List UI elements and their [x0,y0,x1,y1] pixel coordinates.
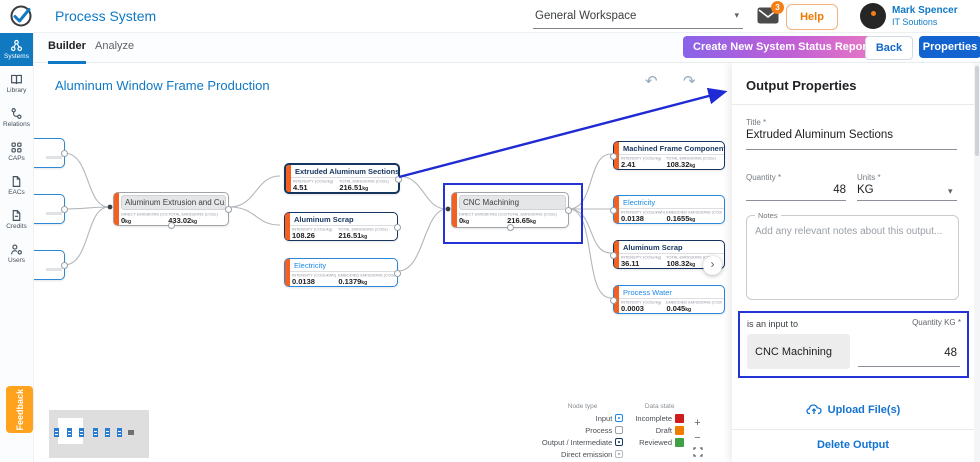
tab-analyze[interactable]: Analyze [95,32,134,61]
reviewed-state-swatch [675,438,684,447]
output-port[interactable] [61,150,68,157]
notes-textarea[interactable]: Notes Add any relevant notes about this … [746,215,959,300]
minimap[interactable] [49,410,149,458]
zoom-in-button[interactable]: + [691,417,704,430]
quantity-field[interactable]: 48 [746,184,846,196]
output-port[interactable] [61,206,68,213]
output-port[interactable] [61,262,68,269]
node-input-partial[interactable] [33,250,65,280]
input-to-label: is an input to [747,319,798,329]
mail-badge: 3 [771,1,784,14]
avatar[interactable] [860,3,886,29]
node-electricity-1[interactable]: Electricity INTENSITY (CO2e/kWh) 0.0138 … [284,258,398,287]
fit-view-icon [693,447,703,457]
sidebar-item-systems[interactable]: Systems [0,33,33,66]
node-input-partial[interactable] [33,138,65,168]
node-input-partial[interactable] [33,194,65,224]
output-properties-panel: Output Properties Title * Extruded Alumi… [732,62,974,462]
input-node-icon [615,414,623,422]
output-port[interactable] [395,176,402,183]
output-port[interactable] [394,224,401,231]
fit-view-button[interactable] [691,447,704,460]
workspace-selector[interactable]: General Workspace ▾ [533,4,743,29]
caret-down-icon: ▾ [948,186,953,197]
bottom-port[interactable] [168,222,175,229]
output-port[interactable] [565,207,572,214]
notes-label: Notes [755,211,781,220]
node-machined-frame-component[interactable]: Machined Frame Component INTENSITY (CO2e… [613,141,725,170]
legend: Node type Input Process Output / Interme… [542,403,684,460]
output-node-icon [615,438,623,446]
delete-output-button[interactable]: Delete Output [732,439,974,451]
document-icon [10,209,23,222]
input-to-section: is an input to Quantity KG * CNC Machini… [738,311,969,378]
quantity-field-label: Quantity * [746,173,781,182]
document-icon [10,175,23,188]
input-port[interactable] [610,153,617,160]
scrollbar-thumb[interactable] [975,66,979,156]
input-port[interactable] [610,252,617,259]
bottom-port[interactable] [507,224,514,231]
help-button[interactable]: Help [786,4,838,30]
process-node-icon [615,426,623,434]
panel-scrollbar[interactable] [974,62,980,462]
flow-canvas[interactable]: Aluminum Window Frame Production ↶ ↷ Alu… [33,62,732,462]
legend-node-type: Node type Input Process Output / Interme… [542,403,623,460]
node-process-water[interactable]: Process Water INTENSITY (CO2e/kg) 0.0003… [613,285,725,314]
zoom-out-button[interactable]: − [691,432,704,445]
input-port[interactable] [610,207,617,214]
properties-button[interactable]: Properties [919,36,980,58]
user-org: IT Soutions [892,17,937,27]
node-electricity-2[interactable]: Electricity INTENSITY (CO2e/kWh) 0.0138 … [613,195,725,224]
notes-placeholder: Add any relevant notes about this output… [755,226,950,237]
collapse-panel-button[interactable]: › [703,256,722,275]
sidebar-item-library[interactable]: Library [0,67,33,100]
user-gear-icon [10,243,23,256]
panel-title: Output Properties [746,78,857,93]
sidebar-item-users[interactable]: Users [0,237,33,270]
input-port[interactable] [610,297,617,304]
back-button[interactable]: Back [865,36,913,60]
input-to-target-chip[interactable]: CNC Machining [747,334,850,369]
chevron-right-icon: › [711,257,715,271]
upload-files-button[interactable]: Upload File(s) [732,403,974,416]
toolbar: Builder Analyze Create New System Status… [33,32,980,63]
direct-emission-node-icon [615,450,623,458]
sidebar-item-credits[interactable]: Credits [0,203,33,236]
cloud-upload-icon [806,403,822,415]
page-title: Process System [55,8,156,24]
book-icon [10,73,23,86]
node-aluminum-extrusion[interactable]: Aluminum Extrusion and Cu... DIRECT EMIS… [113,192,229,226]
tab-builder[interactable]: Builder [48,32,86,64]
systems-icon [10,39,23,52]
node-extruded-aluminum-sections[interactable]: Extruded Aluminum Sections INTENSITY (CO… [284,163,400,194]
node-cnc-machining[interactable]: CNC Machining DIRECT EMISSIONS (CO2e) 0k… [451,192,569,228]
input-to-quantity-label: Quantity KG * [912,318,961,327]
incomplete-state-swatch [675,414,684,423]
output-port[interactable] [225,206,232,213]
caret-down-icon: ▾ [734,10,739,21]
title-field-label: Title * [746,118,766,127]
feedback-tab[interactable]: Feedback [6,386,33,433]
sidebar-item-caps[interactable]: CAPs [0,135,33,168]
app-logo-icon [8,3,34,29]
create-report-button[interactable]: Create New System Status Report✦ [683,36,896,58]
units-select[interactable]: KG [857,184,874,196]
app-header: Process System General Workspace ▾ 3 Hel… [0,0,980,33]
input-to-quantity-field[interactable]: 48 [944,347,957,359]
node-aluminum-scrap-1[interactable]: Aluminum Scrap INTENSITY (CO2e/kg) 108.2… [284,212,398,241]
grid-icon [10,141,23,154]
title-field[interactable]: Extruded Aluminum Sections [746,129,893,141]
units-field-label: Units * [857,173,881,182]
user-name: Mark Spencer [892,5,958,16]
sidebar-item-eacs[interactable]: EACs [0,169,33,202]
output-port[interactable] [394,270,401,277]
legend-data-state: Data state Incomplete Draft Reviewed [635,403,684,448]
zoom-controls: + − [691,417,704,460]
relations-icon [10,107,23,120]
sidebar-item-relations[interactable]: Relations [0,101,33,134]
draft-state-swatch [675,426,684,435]
